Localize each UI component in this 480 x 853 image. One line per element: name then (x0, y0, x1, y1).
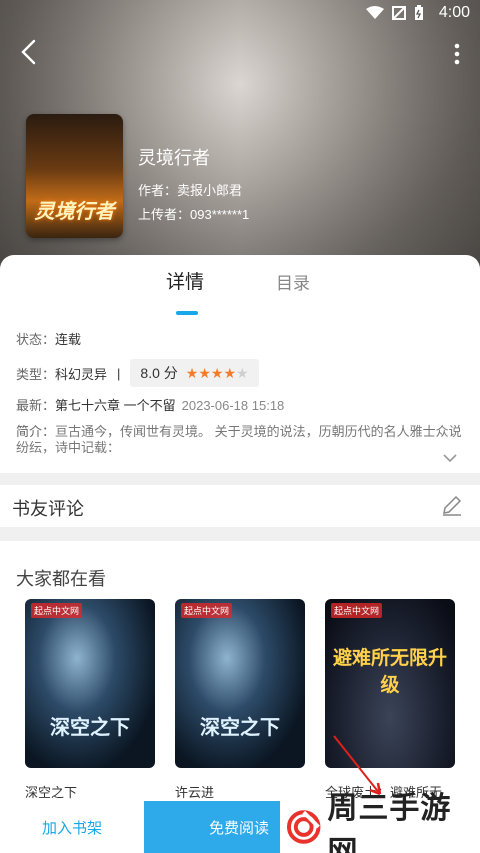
back-icon[interactable] (18, 38, 42, 66)
type-label: 类型： (16, 366, 56, 382)
intro-label: 简介： (16, 424, 56, 439)
detail-card: 详情 目录 状态：连载 类型： 科幻灵异 | 8.0 分 ★ ★ ★ ★ ★ 最新… (0, 255, 480, 473)
recommend-item[interactable]: 起点中文网 深空之下 深空之下 (25, 599, 155, 801)
book-cover-title: 灵境行者 (34, 201, 115, 223)
publisher-badge: 起点中文网 (331, 603, 383, 618)
latest-date: 2023-06-18 15:18 (181, 398, 285, 413)
book-cover: 灵境行者 (26, 114, 123, 238)
recommend-cover: 起点中文网 深空之下 (175, 599, 305, 768)
publisher-badge: 起点中文网 (31, 603, 83, 618)
book-meta: 灵境行者 作者：卖报小郎君 上传者：093******1 (138, 144, 249, 228)
latest-chapter-row[interactable]: 最新：第七十六章 一个不留 2023-06-18 15:18 (16, 395, 284, 414)
comments-section[interactable]: 书友评论 (0, 485, 480, 527)
more-options-icon[interactable] (452, 42, 462, 66)
latest-label: 最新： (16, 398, 56, 413)
intro-row: 简介：亘古通今，传闻世有灵境。 关于灵境的说法，历朝历代的名人雅士众说纷纭，诗中… (16, 424, 466, 456)
book-title: 灵境行者 (138, 148, 210, 168)
tab-bar: 详情 目录 (0, 267, 480, 315)
recommend-section: 大家都在看 起点中文网 深空之下 深空之下 起点中文网 深空之下 许云进 起点中… (0, 541, 480, 801)
recommend-cover: 起点中文网 深空之下 (25, 599, 155, 768)
chevron-down-icon[interactable] (442, 453, 458, 463)
publisher-badge: 起点中文网 (181, 603, 233, 618)
status-label: 状态： (16, 332, 56, 347)
recommend-name: 许云进 (175, 785, 215, 800)
rating-score: 8.0 分 (140, 365, 178, 381)
recommend-item[interactable]: 起点中文网 深空之下 许云进 (175, 599, 305, 801)
active-tab-indicator (176, 311, 198, 315)
star-icon: ★ (185, 364, 199, 381)
add-to-shelf-button[interactable]: 加入书架 (0, 801, 144, 853)
recommend-cover-title: 深空之下 (50, 717, 130, 739)
book-uploader: 上传者：093******1 (138, 207, 250, 222)
sim-icon (392, 6, 406, 20)
status-bar: 4:00 (0, 0, 480, 28)
watermark-logo (286, 810, 321, 844)
recommend-cover-title: 避难所无限升级 (332, 648, 447, 696)
status-row: 状态：连载 (16, 329, 81, 348)
tab-toc[interactable]: 目录 (276, 269, 310, 294)
star-icon: ★ (210, 364, 224, 381)
section-divider (0, 527, 480, 541)
clock: 4:00 (438, 4, 470, 21)
section-divider (0, 473, 480, 485)
star-icon: ★ (198, 364, 211, 381)
edit-pencil-icon[interactable] (440, 493, 464, 517)
recommend-label: 大家都在看 (16, 569, 106, 590)
status-value: 连载 (55, 332, 82, 347)
wifi-icon (366, 6, 384, 19)
battery-icon (415, 5, 423, 20)
recommend-cover-title: 深空之下 (200, 717, 280, 739)
tab-detail[interactable]: 详情 (166, 267, 204, 294)
recommend-name: 深空之下 (25, 785, 78, 800)
watermark: 周三手游网 (280, 792, 480, 853)
comments-label: 书友评论 (12, 499, 84, 520)
intro-text: 亘古通今，传闻世有灵境。 关于灵境的说法，历朝历代的名人雅士众说纷纭，诗中记载： (16, 424, 462, 455)
star-icon: ★ (223, 364, 237, 381)
star-empty-icon: ★ (236, 364, 249, 381)
red-arrow-annotation (333, 735, 382, 796)
latest-chapter: 第七十六章 一个不留 (55, 398, 176, 413)
book-author: 作者：卖报小郎君 (138, 183, 243, 198)
rating-badge: 8.0 分 ★ ★ ★ ★ ★ (130, 359, 259, 387)
type-separator: | (117, 365, 121, 381)
type-row: 类型： 科幻灵异 | 8.0 分 ★ ★ ★ ★ ★ (16, 359, 259, 387)
type-value: 科幻灵异 (55, 366, 108, 382)
